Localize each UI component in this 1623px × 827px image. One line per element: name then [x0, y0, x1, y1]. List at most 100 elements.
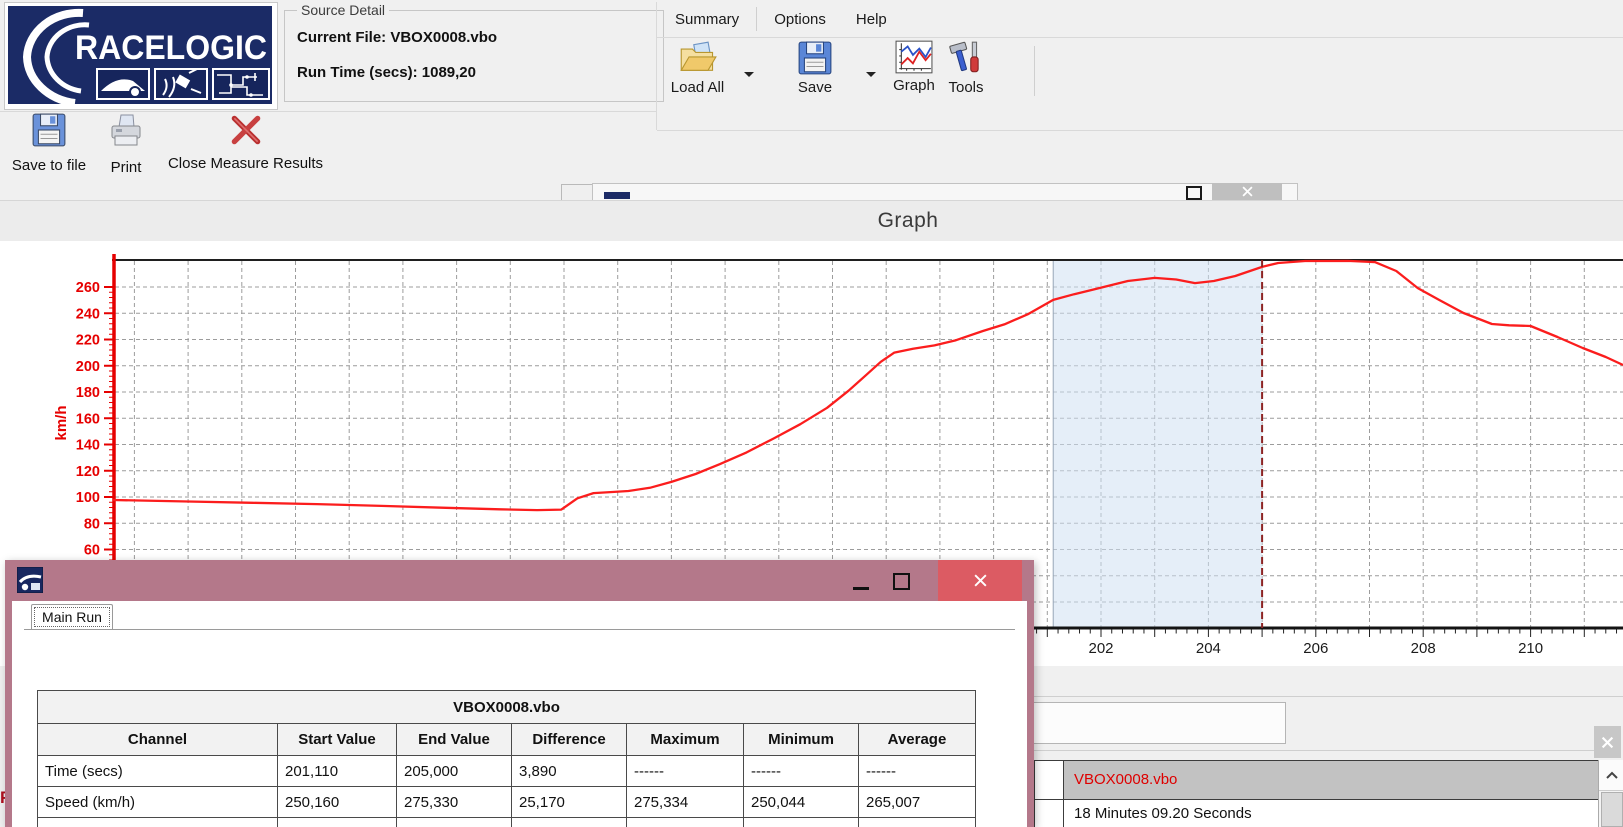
y-tick-label: 140	[76, 438, 100, 454]
y-tick-label: 120	[76, 464, 100, 480]
y-tick-label: 220	[76, 333, 100, 349]
logo-circuit-icon	[213, 69, 269, 99]
speed-trace	[113, 261, 1623, 510]
x-tick-label: 204	[1196, 640, 1221, 657]
panel-close-button[interactable]	[1594, 726, 1621, 758]
background-window-maximize-button[interactable]	[1186, 186, 1202, 200]
save-button[interactable]: Save	[775, 40, 855, 106]
racelogic-logo-graphic: RACELOGIC	[5, 3, 275, 107]
save-dropdown-arrow[interactable]	[866, 72, 876, 77]
save-to-file-button[interactable]: Save to file	[4, 112, 94, 174]
value-cell: ------	[744, 818, 859, 827]
column-header: Difference	[512, 724, 627, 756]
file-name-header[interactable]: VBOX0008.vbo	[1064, 761, 1599, 800]
graph-panel-titlebar[interactable]: Graph	[0, 200, 1623, 243]
tools-label: Tools	[938, 79, 994, 96]
measure-results-table: VBOX0008.vboChannelStart ValueEnd ValueD…	[37, 690, 976, 827]
source-detail-group: Source Detail Current File: VBOX0008.vbo…	[284, 2, 664, 102]
minimize-button[interactable]	[853, 587, 869, 590]
print-label: Print	[98, 159, 154, 176]
y-tick-label: 160	[76, 411, 100, 427]
racelogic-logo: RACELOGIC	[4, 2, 278, 110]
value-cell: ------	[627, 818, 744, 827]
y-tick-label: 240	[76, 306, 100, 322]
toolbar-bottom-border	[657, 130, 1623, 131]
app-window: RACELOGIC Source Detail Current File: VB…	[0, 0, 1623, 827]
save-to-file-floppy-icon	[31, 112, 67, 148]
x-tick-label: 208	[1411, 640, 1436, 657]
column-header: End Value	[397, 724, 512, 756]
printer-icon	[106, 112, 146, 150]
value-cell: 265,007	[859, 787, 976, 818]
source-detail-legend: Source Detail	[297, 2, 389, 18]
menu-summary[interactable]: Summary	[660, 8, 754, 31]
tools-button[interactable]: Tools	[938, 40, 994, 106]
maximize-button[interactable]	[893, 573, 910, 590]
toolbar-separator	[1034, 46, 1035, 96]
tab-page-border	[24, 629, 1015, 630]
load-all-label: Load All	[650, 79, 745, 96]
load-all-button[interactable]: Load All	[650, 40, 745, 106]
y-tick-label: 60	[84, 543, 100, 559]
value-cell: ------	[859, 818, 976, 827]
y-tick-label: 180	[76, 385, 100, 401]
measure-window-client: Main Run VBOX0008.vboChannelStart ValueE…	[5, 601, 1034, 827]
bottom-panel-divider-top	[1034, 696, 1623, 697]
column-header: Maximum	[627, 724, 744, 756]
close-measure-results-button[interactable]: Close Measure Results	[158, 112, 333, 172]
tab-main-run[interactable]: Main Run	[31, 604, 113, 630]
racelogic-window-icon	[17, 567, 43, 593]
save-to-file-label: Save to file	[4, 157, 94, 174]
value-cell: 287,156	[512, 818, 627, 827]
value-cell: 205,000	[397, 756, 512, 787]
measure-window-titlebar[interactable]	[5, 560, 1034, 601]
list-row-header	[1035, 800, 1064, 827]
value-cell: 275,330	[397, 787, 512, 818]
duration-row[interactable]: 18 Minutes 09.20 Seconds	[1064, 800, 1599, 827]
menu-help[interactable]: Help	[841, 8, 902, 31]
column-header: Minimum	[744, 724, 859, 756]
table-title: VBOX0008.vbo	[38, 691, 976, 724]
value-cell: 25,170	[512, 787, 627, 818]
x-tick-label: 210	[1518, 640, 1543, 657]
toolbar-top-border	[657, 37, 1623, 38]
channel-cell: Distance (metres)	[38, 818, 278, 827]
svg-text:RACELOGIC: RACELOGIC	[75, 29, 267, 67]
scrollbar-up-button[interactable]	[1599, 760, 1623, 791]
floppy-icon	[797, 40, 833, 76]
menu-bar: Summary Options Help	[660, 6, 902, 32]
open-folder-icon	[679, 40, 717, 76]
run-time-label: Run Time (secs): 1089,20	[297, 64, 663, 81]
y-tick-label: 100	[76, 490, 100, 506]
value-cell: 250,044	[744, 787, 859, 818]
list-scrollbar[interactable]	[1598, 760, 1623, 827]
logo-car-icon	[97, 69, 149, 99]
value-cell: 4823,360	[397, 818, 512, 827]
close-icon	[1601, 736, 1614, 749]
channel-cell: Speed (km/h)	[38, 787, 278, 818]
selection-region[interactable]	[1053, 261, 1262, 627]
current-file-label: Current File: VBOX0008.vbo	[297, 29, 663, 46]
menu-options[interactable]: Options	[759, 8, 841, 31]
value-cell: 250,160	[278, 787, 397, 818]
scrollbar-thumb[interactable]	[1601, 792, 1623, 827]
value-cell: ------	[859, 756, 976, 787]
y-tick-label: 80	[84, 516, 100, 532]
value-cell: ------	[627, 756, 744, 787]
value-cell: 3,890	[512, 756, 627, 787]
close-icon	[1242, 186, 1253, 197]
column-header: Start Value	[278, 724, 397, 756]
y-axis-label: km/h	[53, 405, 70, 440]
menu-separator	[756, 7, 757, 31]
close-button[interactable]	[938, 560, 1022, 601]
graph-icon	[895, 40, 933, 74]
tools-icon	[947, 40, 985, 76]
y-tick-label: 200	[76, 359, 100, 375]
print-button[interactable]: Print	[98, 112, 154, 176]
load-all-dropdown-arrow[interactable]	[744, 72, 754, 77]
table-row: Distance (metres)4536,2044823,360287,156…	[38, 818, 976, 827]
background-window-tab	[561, 184, 593, 201]
background-window-close-button[interactable]	[1212, 183, 1282, 200]
column-header: Channel	[38, 724, 278, 756]
table-row: Speed (km/h)250,160275,33025,170275,3342…	[38, 787, 976, 818]
